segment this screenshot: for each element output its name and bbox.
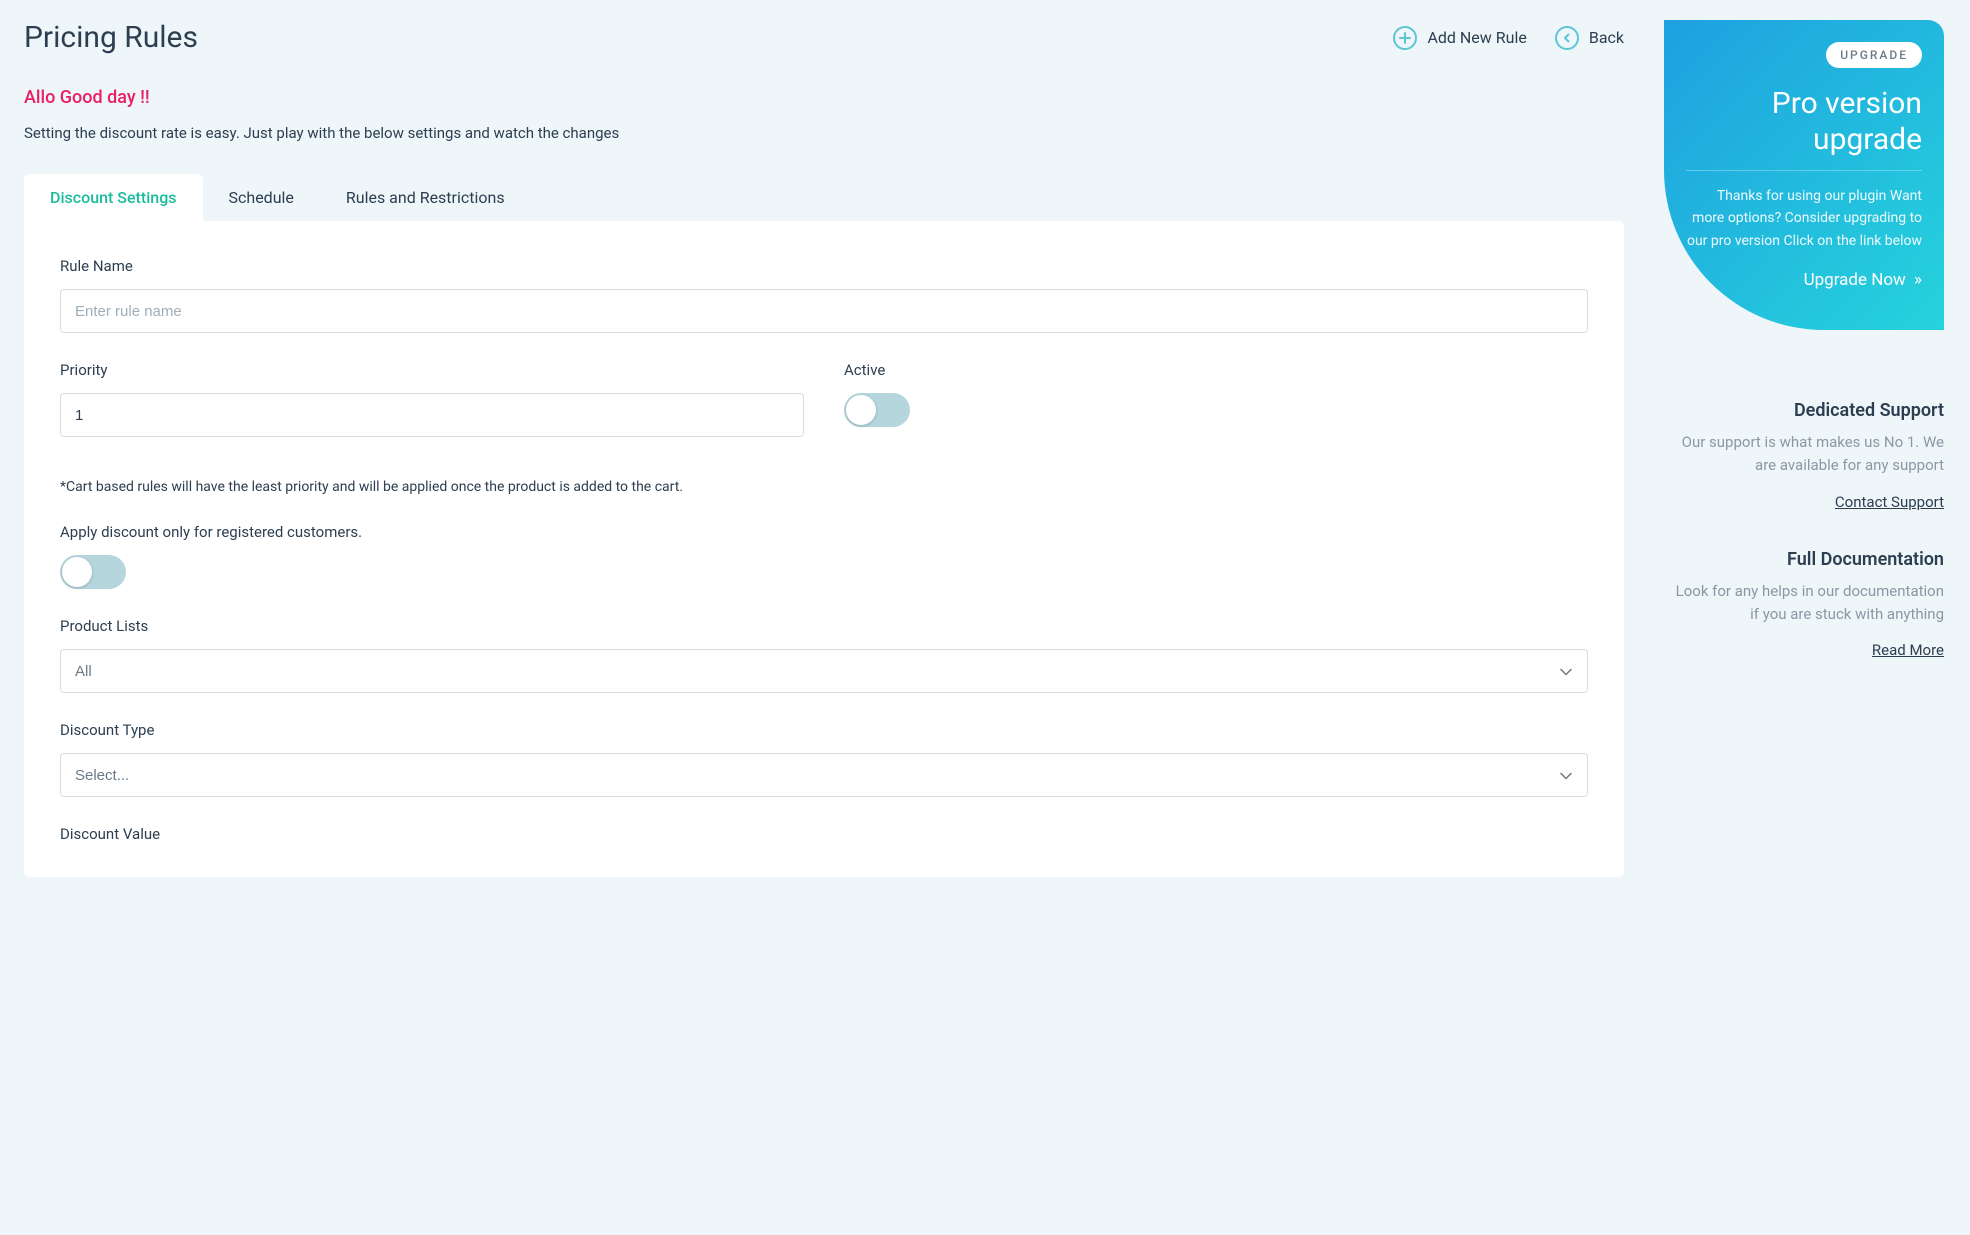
plus-icon [1393, 26, 1417, 50]
toggle-knob [62, 557, 92, 587]
read-more-link[interactable]: Read More [1872, 641, 1944, 659]
rule-name-input[interactable] [60, 289, 1588, 333]
priority-input[interactable] [60, 393, 804, 437]
upgrade-pill: UPGRADE [1826, 42, 1922, 68]
page-title: Pricing Rules [24, 20, 198, 55]
priority-label: Priority [60, 361, 804, 379]
discount-type-select[interactable]: Select... [60, 753, 1588, 797]
support-title: Dedicated Support [1664, 400, 1944, 421]
discount-value-label: Discount Value [60, 825, 1588, 843]
tab-schedule[interactable]: Schedule [203, 174, 320, 221]
upgrade-now-link[interactable]: Upgrade Now » [1686, 270, 1922, 290]
contact-support-link[interactable]: Contact Support [1835, 493, 1944, 511]
rule-name-label: Rule Name [60, 257, 1588, 275]
back-label: Back [1589, 28, 1624, 47]
tab-rules-restrictions[interactable]: Rules and Restrictions [320, 174, 531, 221]
upgrade-now-label: Upgrade Now [1804, 270, 1906, 290]
discount-type-label: Discount Type [60, 721, 1588, 739]
priority-hint: *Cart based rules will have the least pr… [60, 479, 1588, 495]
docs-text: Look for any helps in our documentation … [1664, 580, 1944, 627]
settings-panel: Rule Name Priority Active *Cart based ru… [24, 221, 1624, 877]
registered-toggle[interactable] [60, 555, 126, 589]
active-label: Active [844, 361, 1588, 379]
active-toggle[interactable] [844, 393, 910, 427]
support-text: Our support is what makes us No 1. We ar… [1664, 431, 1944, 478]
greeting-text: Allo Good day !! [24, 87, 1624, 108]
toggle-knob [846, 395, 876, 425]
registered-label: Apply discount only for registered custo… [60, 523, 1588, 541]
add-new-rule-label: Add New Rule [1427, 28, 1526, 47]
add-new-rule-button[interactable]: Add New Rule [1393, 26, 1526, 50]
back-button[interactable]: Back [1555, 26, 1624, 50]
intro-text: Setting the discount rate is easy. Just … [24, 124, 1624, 142]
docs-title: Full Documentation [1664, 549, 1944, 570]
product-lists-select[interactable]: All [60, 649, 1588, 693]
chevron-right-icon: » [1914, 270, 1922, 290]
upgrade-text: Thanks for using our plugin Want more op… [1686, 185, 1922, 252]
upgrade-title: Pro version upgrade [1686, 86, 1922, 171]
upgrade-card: UPGRADE Pro version upgrade Thanks for u… [1664, 20, 1944, 330]
chevron-left-icon [1555, 26, 1579, 50]
tab-discount-settings[interactable]: Discount Settings [24, 174, 203, 221]
product-lists-label: Product Lists [60, 617, 1588, 635]
